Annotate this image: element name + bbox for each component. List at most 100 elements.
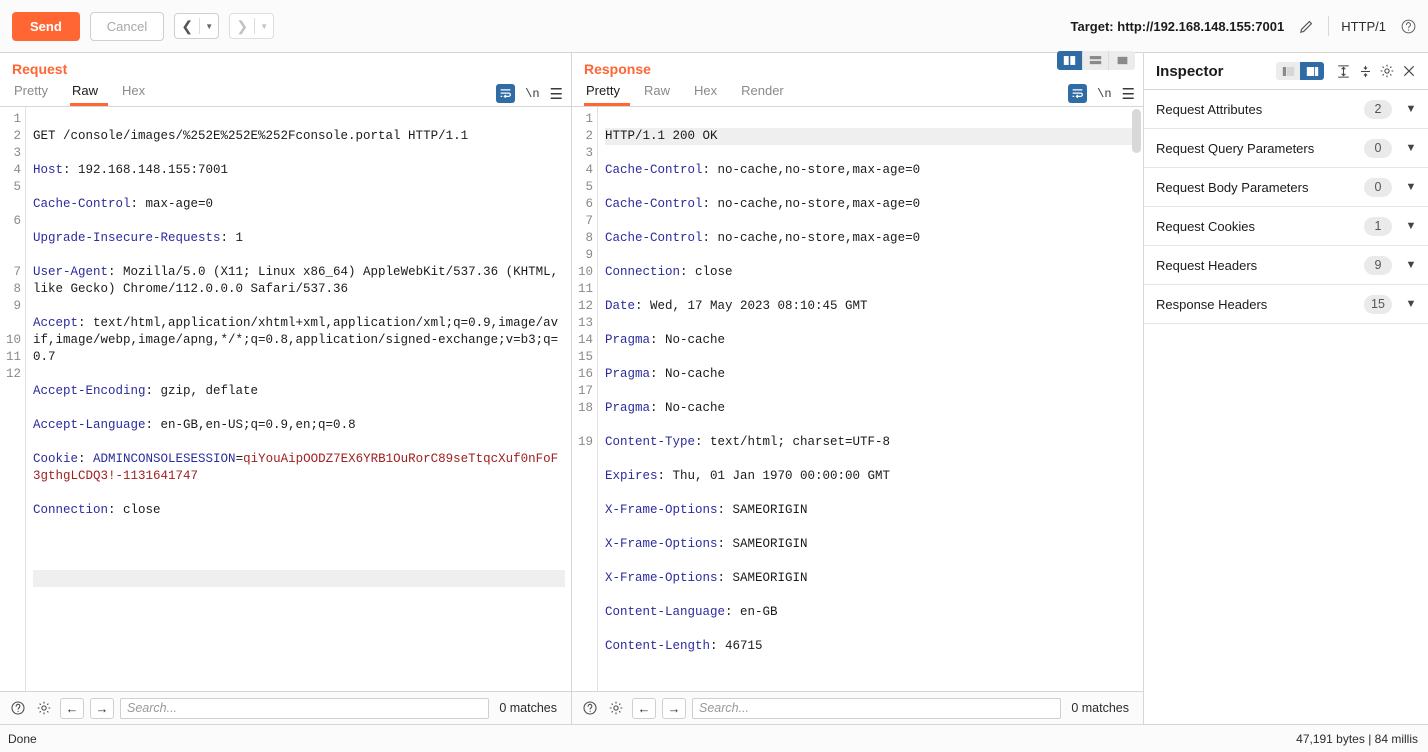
response-editor[interactable]: 123456 7 8 9 10 11 12 13 14 15 16 17 18 19 HTTP/1… <box>572 107 1143 691</box>
stacked-layout-icon[interactable] <box>1083 51 1109 70</box>
response-line-13: X-Frame-Options: SAMEORIGIN <box>605 537 808 551</box>
word-wrap-icon[interactable] <box>1068 84 1088 103</box>
tab-response-pretty[interactable]: Pretty <box>584 83 630 106</box>
chevron-down-icon[interactable]: ▼ <box>1404 142 1418 154</box>
search-next-button[interactable]: → <box>662 697 686 719</box>
single-pane-layout-icon[interactable] <box>1109 51 1135 70</box>
chevron-down-icon[interactable]: ▼ <box>1404 259 1418 271</box>
search-next-button[interactable]: → <box>90 697 114 719</box>
newline-toggle-icon[interactable]: \n <box>525 87 539 101</box>
request-tabs: Pretty Raw Hex \n ☰ <box>0 81 571 107</box>
response-line-9: Pragma: No-cache <box>605 401 726 415</box>
request-line-10: Connection: close <box>33 503 161 517</box>
inspector-panel: Inspector Request Attributes 2 ▼ Request… <box>1144 53 1428 724</box>
gear-icon[interactable] <box>34 698 54 718</box>
section-count: 0 <box>1364 138 1392 158</box>
response-line-4: Cache-Control: no-cache,no-store,max-age… <box>605 231 921 245</box>
section-label: Request Cookies <box>1156 218 1255 234</box>
inspector-section-request-headers[interactable]: Request Headers 9 ▼ <box>1144 246 1428 285</box>
question-circle-icon[interactable] <box>8 698 28 718</box>
chevron-down-icon[interactable]: ▼ <box>1404 103 1418 115</box>
response-match-count: 0 matches <box>1071 701 1129 715</box>
inspector-header: Inspector <box>1144 53 1428 90</box>
question-circle-icon[interactable] <box>580 698 600 718</box>
tab-response-raw[interactable]: Raw <box>642 83 680 106</box>
chevron-down-icon[interactable]: ▼ <box>255 14 273 38</box>
request-search-bar: ← → 0 matches <box>0 691 571 724</box>
response-line-15: Content-Language: en-GB <box>605 605 778 619</box>
inspector-section-request-cookies[interactable]: Request Cookies 1 ▼ <box>1144 207 1428 246</box>
dock-left-icon[interactable] <box>1276 62 1300 80</box>
close-icon[interactable] <box>1398 60 1420 82</box>
inspector-section-request-body-parameters[interactable]: Request Body Parameters 0 ▼ <box>1144 168 1428 207</box>
target-label: Target: http://192.168.148.155:7001 <box>1070 18 1285 34</box>
search-input[interactable] <box>120 697 490 719</box>
tab-request-hex[interactable]: Hex <box>120 83 155 106</box>
tab-request-raw[interactable]: Raw <box>69 83 108 106</box>
response-line-5: Connection: close <box>605 265 733 279</box>
tab-response-hex[interactable]: Hex <box>692 83 727 106</box>
hamburger-menu-icon[interactable]: ☰ <box>1122 85 1135 103</box>
newline-toggle-icon[interactable]: \n <box>1097 87 1111 101</box>
chevron-down-icon[interactable]: ▼ <box>200 14 218 38</box>
response-line-3: Cache-Control: no-cache,no-store,max-age… <box>605 197 921 211</box>
cancel-button[interactable]: Cancel <box>89 11 165 41</box>
word-wrap-icon[interactable] <box>496 84 516 103</box>
pencil-icon[interactable] <box>1296 16 1316 36</box>
response-content[interactable]: HTTP/1.1 200 OK Cache-Control: no-cache,… <box>598 107 1143 691</box>
inspector-section-request-query-parameters[interactable]: Request Query Parameters 0 ▼ <box>1144 129 1428 168</box>
request-line-2: Host: 192.168.148.155:7001 <box>33 163 229 177</box>
request-line-4: Upgrade-Insecure-Requests: 1 <box>33 231 244 245</box>
question-circle-icon[interactable] <box>1398 16 1418 36</box>
dock-right-icon[interactable] <box>1300 62 1324 80</box>
collapse-all-icon[interactable] <box>1354 60 1376 82</box>
send-button[interactable]: Send <box>12 11 80 41</box>
hamburger-menu-icon[interactable]: ☰ <box>550 85 563 103</box>
next-request-group[interactable]: ❯ ▼ <box>229 13 275 39</box>
http-version-label[interactable]: HTTP/1 <box>1341 19 1386 34</box>
search-input[interactable] <box>692 697 1062 719</box>
response-tab-icons: \n ☰ <box>1068 84 1135 103</box>
response-scrollbar[interactable] <box>1132 109 1141 153</box>
chevron-left-icon[interactable]: ❮ <box>175 14 199 38</box>
chevron-down-icon[interactable]: ▼ <box>1404 298 1418 310</box>
chevron-down-icon[interactable]: ▼ <box>1404 220 1418 232</box>
request-pane: Request Pretty Raw Hex \n ☰ 1 2 3 4 5 6 … <box>0 53 572 724</box>
inspector-section-response-headers[interactable]: Response Headers 15 ▼ <box>1144 285 1428 324</box>
request-line-numbers: 12345 6 789 10 11 12 <box>0 107 26 691</box>
burp-repeater-window: Send Cancel ❮ ▼ ❯ ▼ Target: http://192.1… <box>0 0 1428 752</box>
request-line-1: GET /console/images/%252E%252E%252Fconso… <box>33 129 469 143</box>
inspector-section-request-attributes[interactable]: Request Attributes 2 ▼ <box>1144 90 1428 129</box>
search-prev-button[interactable]: ← <box>632 697 656 719</box>
tab-request-pretty[interactable]: Pretty <box>12 83 58 106</box>
request-tab-icons: \n ☰ <box>496 84 563 103</box>
layout-toggle-group <box>1057 51 1135 70</box>
side-by-side-layout-icon[interactable] <box>1057 51 1083 70</box>
inspector-title: Inspector <box>1156 62 1224 80</box>
response-line-6: Date: Wed, 17 May 2023 08:10:45 GMT <box>605 299 868 313</box>
response-search-bar: ← → 0 matches <box>572 691 1143 724</box>
search-prev-button[interactable]: ← <box>60 697 84 719</box>
request-line-6: Accept: text/html,application/xhtml+xml,… <box>33 316 559 364</box>
request-editor[interactable]: 12345 6 789 10 11 12 GET /console/images/%… <box>0 107 571 691</box>
request-match-count: 0 matches <box>499 701 557 715</box>
request-line-8: Accept-Language: en-GB,en-US;q=0.9,en;q=… <box>33 418 356 432</box>
expand-all-icon[interactable] <box>1332 60 1354 82</box>
response-line-7: Pragma: No-cache <box>605 333 726 347</box>
response-line-10: Content-Type: text/html; charset=UTF-8 <box>605 435 891 449</box>
section-count: 9 <box>1364 255 1392 275</box>
section-label: Request Attributes <box>1156 101 1263 117</box>
chevron-down-icon[interactable]: ▼ <box>1404 181 1418 193</box>
request-content[interactable]: GET /console/images/%252E%252E%252Fconso… <box>26 107 571 691</box>
prev-request-group[interactable]: ❮ ▼ <box>174 13 220 39</box>
section-label: Request Headers <box>1156 257 1258 273</box>
gear-icon[interactable] <box>1376 60 1398 82</box>
request-line-7: Accept-Encoding: gzip, deflate <box>33 384 259 398</box>
request-title: Request <box>12 61 68 77</box>
section-count: 1 <box>1364 216 1392 236</box>
chevron-right-icon[interactable]: ❯ <box>230 14 254 38</box>
tab-response-render[interactable]: Render <box>739 83 794 106</box>
inspector-dock-toggles <box>1276 62 1324 80</box>
top-toolbar: Send Cancel ❮ ▼ ❯ ▼ Target: http://192.1… <box>0 0 1428 53</box>
gear-icon[interactable] <box>606 698 626 718</box>
